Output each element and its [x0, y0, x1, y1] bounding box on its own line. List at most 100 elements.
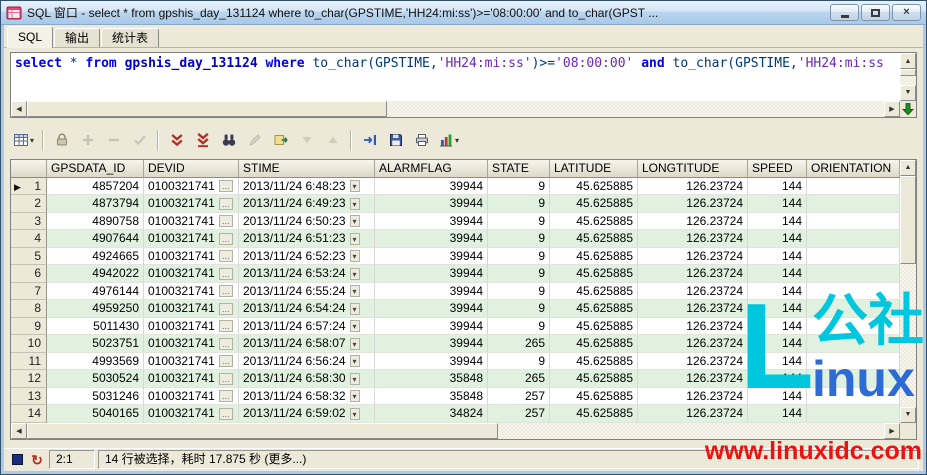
ellipsis-button[interactable]: … — [218, 302, 233, 315]
sql-vertical-scrollbar[interactable]: ▲ ▼ — [900, 53, 916, 101]
cell-devid[interactable]: 0100321741… — [144, 317, 239, 336]
cell-devid[interactable]: 0100321741… — [144, 405, 239, 423]
cell-longtitude[interactable]: 126.23724 — [638, 230, 748, 248]
cell-stime[interactable]: 2013/11/24 6:54:24 ▾ — [239, 300, 375, 318]
cell-latitude[interactable]: 45.625885 — [550, 405, 638, 423]
column-header-orientation[interactable]: ORIENTATION — [807, 159, 900, 178]
cell-state[interactable]: 9 — [488, 177, 550, 196]
table-row[interactable]: 2 4873794 0100321741… 2013/11/24 6:49:23 ▾ 39… — [11, 195, 900, 213]
cell-stime[interactable]: 2013/11/24 6:57:24 ▾ — [239, 317, 375, 336]
cell-speed[interactable]: 144 — [748, 282, 807, 301]
cell-latitude[interactable]: 45.625885 — [550, 247, 638, 266]
scroll-right-icon[interactable]: ▶ — [884, 100, 900, 117]
ellipsis-button[interactable]: … — [218, 355, 233, 368]
cell-longtitude[interactable]: 126.23724 — [638, 177, 748, 196]
dropdown-button[interactable]: ▾ — [349, 250, 360, 263]
cell-latitude[interactable]: 45.625885 — [550, 300, 638, 318]
dropdown-button[interactable]: ▾ — [349, 197, 360, 210]
cell-speed[interactable]: 144 — [748, 195, 807, 213]
table-row[interactable]: ▶ 1 4857204 0100321741… 2013/11/24 6:48:23 ▾ 3… — [11, 177, 900, 196]
cell-orientation[interactable] — [807, 370, 900, 388]
cell-devid[interactable]: 0100321741… — [144, 195, 239, 213]
cell-state[interactable]: 9 — [488, 317, 550, 336]
scroll-right-icon[interactable]: ▶ — [884, 422, 900, 439]
dropdown-button[interactable]: ▾ — [349, 390, 360, 403]
cell-speed[interactable]: 144 — [748, 387, 807, 406]
column-header-alarmflag[interactable]: ALARMFLAG — [375, 159, 488, 178]
cell-latitude[interactable]: 45.625885 — [550, 317, 638, 336]
row-number[interactable]: 2 — [11, 195, 47, 213]
tab-sql[interactable]: SQL — [7, 26, 54, 48]
cell-devid[interactable]: 0100321741… — [144, 265, 239, 283]
dropdown-button[interactable]: ▾ — [349, 215, 360, 228]
print-button[interactable] — [409, 128, 434, 153]
cell-longtitude[interactable]: 126.23724 — [638, 335, 748, 353]
export-data-button[interactable] — [268, 128, 293, 153]
cell-speed[interactable]: 144 — [748, 352, 807, 371]
cell-alarmflag[interactable]: 39944 — [375, 212, 488, 231]
cell-alarmflag[interactable]: 39944 — [375, 300, 488, 318]
maximize-button[interactable] — [861, 4, 890, 21]
cell-alarmflag[interactable]: 39944 — [375, 317, 488, 336]
cell-gpsdata_id[interactable]: 5023751 — [47, 335, 144, 353]
sql-editor[interactable]: select * from gpshis_day_131124 where to… — [11, 53, 900, 101]
cell-longtitude[interactable]: 126.23724 — [638, 370, 748, 388]
row-number[interactable]: 12 — [11, 370, 47, 388]
cell-alarmflag[interactable]: 39944 — [375, 265, 488, 283]
ellipsis-button[interactable]: … — [218, 407, 233, 420]
cell-devid[interactable]: 0100321741… — [144, 370, 239, 388]
cell-state[interactable]: 265 — [488, 370, 550, 388]
cell-state[interactable]: 9 — [488, 195, 550, 213]
scrollbar-track[interactable] — [900, 69, 916, 85]
cell-orientation[interactable] — [807, 352, 900, 371]
fetch-next-page-button[interactable] — [164, 128, 189, 153]
cell-gpsdata_id[interactable]: 4907644 — [47, 230, 144, 248]
cell-orientation[interactable] — [807, 212, 900, 231]
scrollbar-track[interactable] — [900, 175, 916, 407]
scrollbar-thumb[interactable] — [900, 175, 916, 264]
cell-latitude[interactable]: 45.625885 — [550, 387, 638, 406]
dropdown-button[interactable]: ▾ — [349, 285, 360, 298]
cell-orientation[interactable] — [807, 405, 900, 423]
cell-devid[interactable]: 0100321741… — [144, 352, 239, 371]
column-header-speed[interactable]: SPEED — [748, 159, 807, 178]
scrollbar-thumb[interactable] — [27, 100, 387, 117]
cell-stime[interactable]: 2013/11/24 6:48:23 ▾ — [239, 177, 375, 196]
table-row[interactable]: 6 4942022 0100321741… 2013/11/24 6:53:24 ▾ 39… — [11, 265, 900, 283]
cell-speed[interactable]: 144 — [748, 370, 807, 388]
cell-stime[interactable]: 2013/11/24 6:53:24 ▾ — [239, 265, 375, 283]
cell-latitude[interactable]: 45.625885 — [550, 370, 638, 388]
cell-orientation[interactable] — [807, 300, 900, 318]
table-row[interactable]: 4 4907644 0100321741… 2013/11/24 6:51:23 ▾ 39… — [11, 230, 900, 248]
cell-gpsdata_id[interactable]: 4993569 — [47, 352, 144, 371]
table-row[interactable]: 10 5023751 0100321741… 2013/11/24 6:58:07 ▾ 3… — [11, 335, 900, 353]
grid-mode-button[interactable]: ▾ — [10, 128, 37, 153]
cell-speed[interactable]: 144 — [748, 317, 807, 336]
cell-stime[interactable]: 2013/11/24 6:49:23 ▾ — [239, 195, 375, 213]
row-number[interactable]: 4 — [11, 230, 47, 248]
ellipsis-button[interactable]: … — [218, 180, 233, 193]
dropdown-button[interactable]: ▾ — [349, 180, 360, 193]
cell-longtitude[interactable]: 126.23724 — [638, 405, 748, 423]
ellipsis-button[interactable]: … — [218, 285, 233, 298]
cell-speed[interactable]: 144 — [748, 335, 807, 353]
column-header-longtitude[interactable]: LONGTITUDE — [638, 159, 748, 178]
cell-latitude[interactable]: 45.625885 — [550, 195, 638, 213]
cell-state[interactable]: 257 — [488, 405, 550, 423]
cell-longtitude[interactable]: 126.23724 — [638, 247, 748, 266]
cell-stime[interactable]: 2013/11/24 6:59:02 ▾ — [239, 405, 375, 423]
scrollbar-track[interactable] — [27, 422, 884, 439]
cell-stime[interactable]: 2013/11/24 6:55:24 ▾ — [239, 282, 375, 301]
cell-stime[interactable]: 2013/11/24 6:51:23 ▾ — [239, 230, 375, 248]
title-bar[interactable]: SQL 窗口 - select * from gpshis_day_131124… — [1, 1, 926, 25]
cell-speed[interactable]: 144 — [748, 177, 807, 196]
cell-orientation[interactable] — [807, 177, 900, 196]
sql-horizontal-scrollbar[interactable]: ◀ ▶ — [11, 100, 900, 117]
row-number[interactable]: 10 — [11, 335, 47, 353]
dropdown-button[interactable]: ▾ — [349, 267, 360, 280]
column-header-devid[interactable]: DEVID — [144, 159, 239, 178]
cell-gpsdata_id[interactable]: 4976144 — [47, 282, 144, 301]
table-row[interactable]: 9 5011430 0100321741… 2013/11/24 6:57:24 ▾ 39… — [11, 317, 900, 336]
ellipsis-button[interactable]: … — [218, 267, 233, 280]
cell-gpsdata_id[interactable]: 5031246 — [47, 387, 144, 406]
